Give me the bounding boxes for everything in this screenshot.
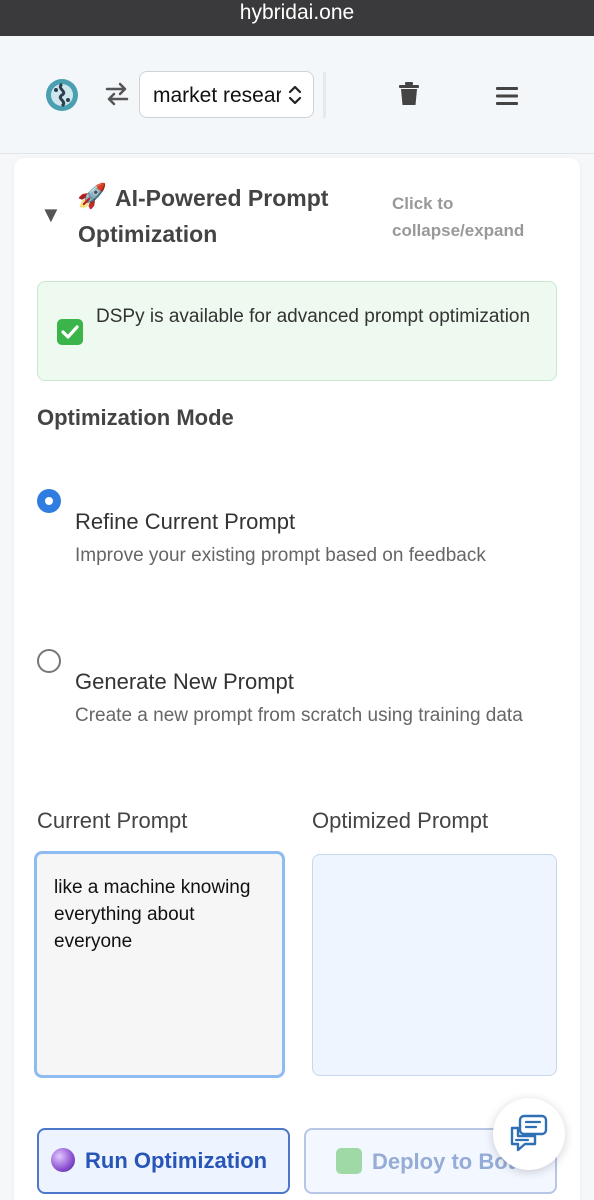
section-title[interactable]: AI-Powered Prompt Optimization <box>78 180 358 252</box>
radio-refine[interactable] <box>37 489 61 513</box>
mode-desc-generate: Create a new prompt from scratch using t… <box>75 705 523 726</box>
check-icon <box>57 319 83 345</box>
agent-select[interactable]: market research <box>139 71 314 118</box>
chat-button[interactable] <box>493 1098 565 1170</box>
collapse-triangle-icon[interactable]: ▼ <box>40 203 62 227</box>
mode-title-refine[interactable]: Refine Current Prompt <box>75 509 295 535</box>
crystal-ball-icon <box>51 1148 75 1172</box>
dspy-status-alert: DSPy is available for advanced prompt op… <box>37 281 557 381</box>
current-prompt-textarea[interactable]: like a machine knowing everything about … <box>34 851 285 1078</box>
logo-icon[interactable] <box>45 78 79 112</box>
trash-icon[interactable] <box>398 82 420 106</box>
deploy-button-label: Deploy to Bot <box>372 1148 515 1174</box>
current-prompt-label: Current Prompt <box>37 808 188 833</box>
chevron-updown-icon <box>288 85 302 105</box>
chat-bubbles-icon <box>510 1114 548 1152</box>
hamburger-menu-icon[interactable] <box>496 86 518 106</box>
mode-desc-refine: Improve your existing prompt based on fe… <box>75 545 486 566</box>
url-text: hybridai.one <box>239 1 355 24</box>
run-optimization-button[interactable]: Run Optimization <box>37 1128 290 1194</box>
mode-label: Optimization Mode <box>37 405 234 430</box>
browser-url-bar[interactable]: hybridai.one <box>0 0 594 36</box>
mode-title-generate[interactable]: Generate New Prompt <box>75 669 294 695</box>
toolbar-divider <box>323 72 326 118</box>
radio-generate[interactable] <box>37 649 61 673</box>
run-button-label: Run Optimization <box>85 1148 268 1173</box>
swap-icon[interactable] <box>104 81 130 107</box>
check-icon <box>336 1147 362 1174</box>
collapse-hint: Click to collapse/expand <box>392 194 525 240</box>
app-header: market research <box>0 36 594 154</box>
optimized-prompt-label: Optimized Prompt <box>312 808 489 833</box>
optimized-prompt-textarea[interactable] <box>312 854 557 1076</box>
agent-select-value: market research <box>153 84 281 107</box>
status-message: DSPy is available for advanced prompt op… <box>96 306 531 327</box>
